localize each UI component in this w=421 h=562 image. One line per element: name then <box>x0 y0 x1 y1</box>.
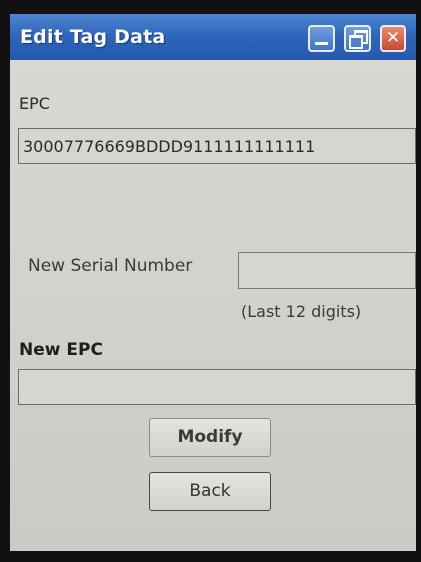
window-title: Edit Tag Data <box>20 26 166 48</box>
new-epc-label: New EPC <box>19 340 103 360</box>
new-serial-number-input[interactable] <box>238 252 416 289</box>
epc-label: EPC <box>19 94 50 113</box>
epc-field[interactable]: 30007776669BDDD9111111111111 <box>18 128 416 164</box>
restore-icon-front <box>349 35 363 49</box>
minimize-button[interactable] <box>308 25 335 52</box>
modify-button[interactable]: Modify <box>149 418 271 457</box>
close-button[interactable]: ✕ <box>380 25 406 52</box>
app-window: Edit Tag Data ✕ EPC 30007776669BDDD91111… <box>10 14 416 551</box>
close-icon: ✕ <box>385 28 401 48</box>
device-frame: Edit Tag Data ✕ EPC 30007776669BDDD91111… <box>0 0 421 562</box>
minimize-icon <box>315 42 328 45</box>
back-button[interactable]: Back <box>149 472 271 511</box>
new-epc-field[interactable] <box>18 369 416 405</box>
title-bar: Edit Tag Data ✕ <box>10 14 416 60</box>
serial-hint: (Last 12 digits) <box>241 302 362 321</box>
new-serial-number-label: New Serial Number <box>28 256 193 276</box>
restore-button[interactable] <box>344 25 371 52</box>
